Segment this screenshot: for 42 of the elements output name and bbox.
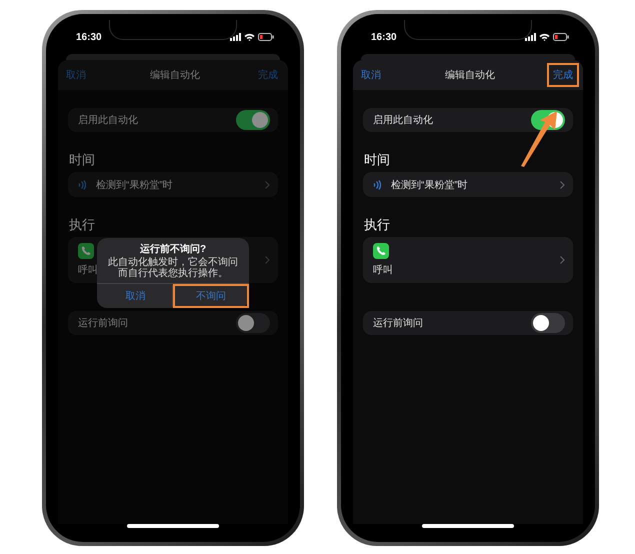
- toggle-switch[interactable]: [236, 313, 270, 333]
- row-label: 检测到“果粉堂”时: [96, 178, 173, 192]
- row-label: 运行前询问: [373, 316, 423, 330]
- row-label: 启用此自动化: [78, 114, 138, 127]
- alert-button[interactable]: 不询问: [173, 284, 249, 308]
- phone-app-icon: [373, 243, 389, 259]
- section-header: 时间: [364, 152, 391, 168]
- signal-icon: [230, 33, 241, 41]
- cancel-link[interactable]: 取消: [361, 68, 381, 82]
- wifi-icon: [539, 33, 550, 41]
- done-button[interactable]: 完成: [547, 63, 579, 87]
- row-label: 呼叫: [78, 264, 98, 277]
- phone-app-icon: [78, 243, 94, 259]
- nav-title: 编辑自动化: [445, 68, 495, 82]
- row-label: 检测到“果粉堂”时: [391, 178, 468, 192]
- toggle-switch[interactable]: [236, 110, 270, 130]
- row-label: 启用此自动化: [373, 114, 433, 127]
- signal-waves-icon: [78, 180, 86, 190]
- alert-message: 此自动化触发时，它会不询问而自行代表您执行操作。: [107, 257, 239, 281]
- trigger-row[interactable]: 检测到“果粉堂”时: [363, 172, 573, 197]
- signal-icon: [525, 33, 536, 41]
- section-header: 执行: [364, 217, 391, 233]
- section-header: 执行: [69, 217, 96, 233]
- row-label: 运行前询问: [78, 316, 128, 330]
- action-row[interactable]: 呼叫: [363, 237, 573, 283]
- battery-icon: [553, 33, 569, 41]
- battery-icon: [258, 33, 274, 41]
- chevron-icon: [265, 180, 270, 188]
- section-header: 时间: [69, 152, 96, 168]
- status-time: 16:30: [76, 32, 102, 42]
- alert-button[interactable]: 取消: [97, 284, 173, 308]
- chevron-icon: [560, 180, 565, 188]
- row-label: 呼叫: [373, 264, 393, 277]
- nav-title: 编辑自动化: [150, 68, 200, 82]
- chevron-icon: [265, 256, 270, 264]
- chevron-icon: [560, 256, 565, 264]
- alert-title: 运行前不询问?: [138, 242, 208, 256]
- toggle-switch[interactable]: [531, 313, 565, 333]
- wifi-icon: [244, 33, 255, 41]
- status-time: 16:30: [371, 32, 397, 42]
- trigger-row[interactable]: 检测到“果粉堂”时: [68, 172, 278, 197]
- signal-waves-icon: [373, 180, 381, 190]
